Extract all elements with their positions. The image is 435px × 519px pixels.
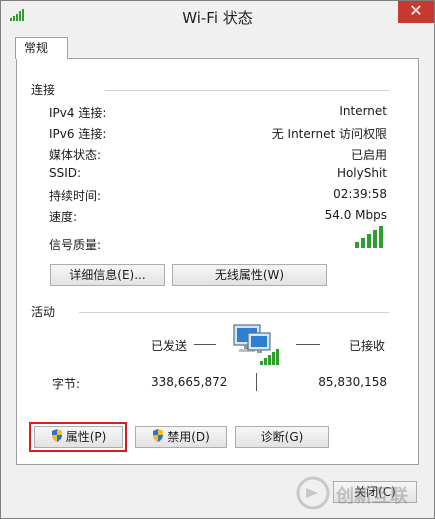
bytes-separator — [256, 373, 257, 391]
bytes-label: 字节: — [52, 377, 81, 391]
signal-quality-label: 信号质量: — [49, 238, 102, 252]
ipv4-value: Internet — [339, 104, 387, 118]
uac-shield-icon — [152, 428, 164, 448]
details-button[interactable]: 详细信息(E)... — [50, 264, 165, 286]
properties-label: 属性(P) — [65, 430, 107, 444]
diagnose-button[interactable]: 诊断(G) — [235, 426, 329, 448]
media-state-label: 媒体状态: — [49, 148, 102, 162]
ssid-label: SSID: — [49, 166, 82, 180]
disable-button[interactable]: 禁用(D) — [135, 426, 227, 448]
wifi-status-window: Wi-Fi 状态 ✕ 常规 连接 IPv4 连接: Internet IPv6 … — [0, 0, 435, 519]
window-title: Wi-Fi 状态 — [182, 9, 253, 27]
ssid-value: HolyShit — [336, 166, 387, 180]
ipv6-label: IPv6 连接: — [49, 127, 107, 141]
sent-line — [194, 344, 216, 345]
bytes-received-value: 85,830,158 — [318, 375, 387, 389]
properties-button[interactable]: 属性(P) — [34, 426, 123, 448]
connection-heading: 连接 — [31, 83, 56, 97]
network-computers-icon — [230, 321, 282, 370]
ipv6-value: 无 Internet 访问权限 — [271, 127, 387, 141]
watermark-logo: 创新互联 — [296, 476, 428, 510]
activity-divider — [79, 312, 389, 313]
duration-value: 02:39:58 — [333, 187, 387, 201]
signal-strength-icon — [354, 225, 386, 252]
title-bar: Wi-Fi 状态 ✕ — [1, 1, 434, 31]
bytes-sent-value: 338,665,872 — [151, 375, 228, 389]
uac-shield-icon — [51, 428, 63, 448]
close-icon: ✕ — [409, 1, 423, 20]
activity-heading: 活动 — [31, 305, 56, 319]
received-line — [296, 344, 320, 345]
disable-label: 禁用(D) — [167, 430, 210, 444]
duration-label: 持续时间: — [49, 189, 102, 203]
close-window-button[interactable]: ✕ — [398, 1, 434, 23]
connection-divider — [105, 90, 389, 91]
ipv4-label: IPv4 连接: — [49, 106, 107, 120]
tab-general[interactable]: 常规 — [15, 37, 68, 59]
sent-label: 已发送 — [151, 339, 188, 353]
media-state-value: 已启用 — [350, 148, 387, 162]
received-label: 已接收 — [349, 339, 386, 353]
speed-value: 54.0 Mbps — [324, 208, 387, 222]
watermark-text: 创新互联 — [336, 486, 408, 507]
wireless-properties-button[interactable]: 无线属性(W) — [172, 264, 327, 286]
speed-label: 速度: — [49, 210, 78, 224]
